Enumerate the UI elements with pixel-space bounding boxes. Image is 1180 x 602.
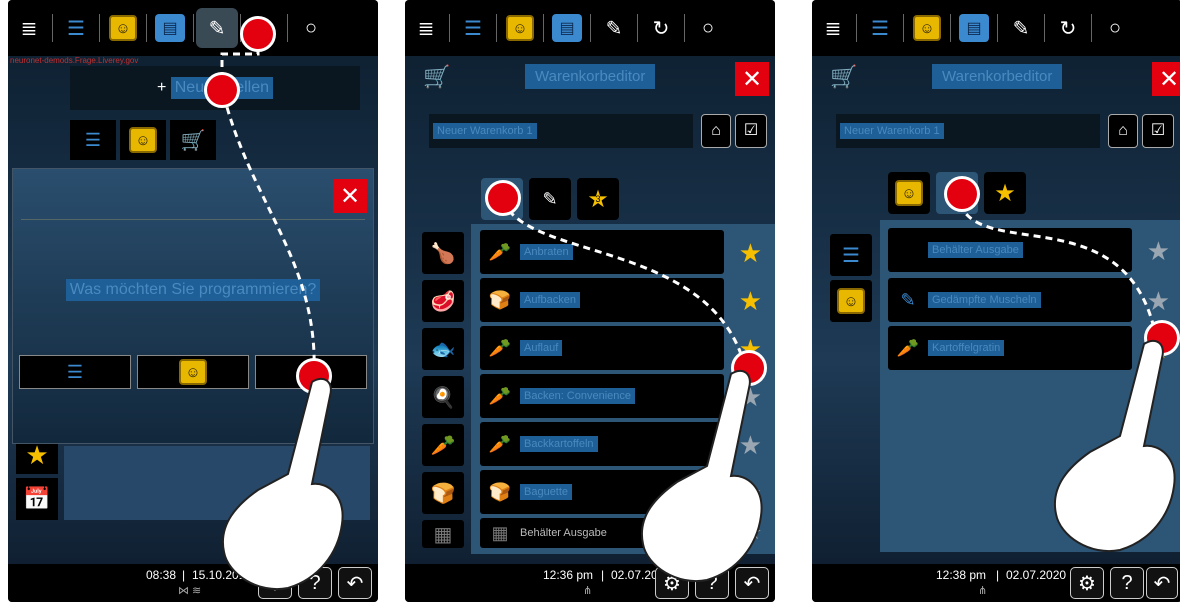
search-icon[interactable]: ○ <box>290 8 332 48</box>
category-container-icon[interactable]: ▦ <box>422 520 464 548</box>
close-icon[interactable]: ✕ <box>1152 62 1180 96</box>
filter-intelligent[interactable]: ☰ <box>70 120 116 160</box>
manual-mode-icon[interactable]: ☺ <box>499 8 541 48</box>
category-egg-icon[interactable]: 🍳 <box>422 376 464 418</box>
clean-icon[interactable]: ↻ <box>640 8 682 48</box>
network-icon: ⋔ <box>978 585 988 597</box>
bottom-bar: 12:38 pm | 02.07.2020 ⋔ ⚙ ? ↶ <box>812 564 1180 602</box>
category-manual-icon[interactable]: ☺ <box>830 280 872 322</box>
category-steak-icon[interactable]: 🥩 <box>422 280 464 322</box>
dialog-question: Was möchten Sie programmieren? <box>13 279 373 301</box>
favorite-star-icon[interactable]: ★ <box>739 238 762 269</box>
favorite-star-icon[interactable]: ★ <box>16 440 58 474</box>
screen-1: ≣ ☰ ☺ ▤ ✎ ↻ ○ neuronet-demods.Frage.Live… <box>8 0 378 602</box>
basket-name-field[interactable]: Neuer Warenkorb 1 <box>836 114 1100 148</box>
date: 02.07.2020 <box>1006 568 1067 582</box>
url-text: neuronet-demods.Frage.Liverey.gov <box>10 56 139 65</box>
tap-marker-programming <box>240 16 276 52</box>
programming-icon[interactable]: ✎ <box>593 8 635 48</box>
wifi-icon: ⋈ ≋ <box>178 585 202 597</box>
top-bar: ≣ ☰ ☺ ▤ ✎ ↻ ○ <box>405 0 775 56</box>
manual-mode-icon[interactable]: ☺ <box>906 8 948 48</box>
settings-icon[interactable]: ⚙ <box>1070 567 1104 599</box>
time: 08:38 <box>146 568 177 582</box>
editor-title: Warenkorbeditor <box>932 64 1063 89</box>
tap-marker-baskets-tab <box>944 176 980 212</box>
tap-marker-new <box>204 72 240 108</box>
programming-icon[interactable]: ✎ <box>196 8 238 48</box>
help-icon[interactable]: ? <box>1110 567 1144 599</box>
list-item[interactable]: ✎ Gedämpfte Muscheln ★ <box>888 278 1170 322</box>
basket-icon: 🛒 <box>423 64 451 89</box>
intelligent-cooking-icon[interactable]: ☰ <box>55 8 97 48</box>
category-vegetable-icon[interactable]: 🥕 <box>422 424 464 466</box>
list-item[interactable]: 🥕 Auflauf ★ <box>480 326 762 370</box>
pointing-hand-icon <box>221 377 344 591</box>
favorite-star-icon[interactable]: ★ <box>739 286 762 317</box>
editor-title: Warenkorbeditor <box>525 64 656 89</box>
top-bar: ≣ ☰ ☺ ▤ ✎ ↻ ○ <box>812 0 1180 56</box>
top-bar: ≣ ☰ ☺ ▤ ✎ ↻ ○ <box>8 0 378 56</box>
tab-programs[interactable]: ✎ <box>529 178 571 220</box>
favorite-star-icon[interactable]: ★ <box>1147 236 1170 267</box>
ipanel-icon[interactable]: ▤ <box>149 8 191 48</box>
favorite-star-icon[interactable]: ★ <box>1147 286 1170 317</box>
menu-icon[interactable]: ≣ <box>405 8 447 48</box>
favorites-count: 3 <box>595 194 601 204</box>
confirm-icon[interactable]: ☑ <box>735 114 767 148</box>
screen-2: ≣ ☰ ☺ ▤ ✎ ↻ ○ 🛒 Warenkorbeditor ✕ Neuer … <box>405 0 775 602</box>
time: 12:36 pm <box>543 568 594 582</box>
type-intelligent-button[interactable]: ☰ <box>19 355 131 389</box>
search-icon[interactable]: ○ <box>1094 8 1136 48</box>
pointing-hand-icon <box>640 369 763 583</box>
list-item[interactable]: 🥕 Anbraten ★ <box>480 230 762 274</box>
ipanel-icon[interactable]: ▤ <box>546 8 588 48</box>
confirm-icon[interactable]: ☑ <box>1142 114 1174 148</box>
basket-icon: 🛒 <box>830 64 858 89</box>
clean-icon[interactable]: ↻ <box>1047 8 1089 48</box>
tab-manual[interactable]: ☺ <box>888 172 930 214</box>
close-icon[interactable]: ✕ <box>735 62 769 96</box>
pointing-hand-icon <box>1053 339 1176 553</box>
close-icon[interactable]: ✕ <box>333 179 367 213</box>
attach-icon[interactable]: ⌂ <box>701 114 731 148</box>
category-bread-icon[interactable]: 🍞 <box>422 472 464 514</box>
network-icon: ⋔ <box>583 585 593 597</box>
category-meat-icon[interactable]: 🍗 <box>422 232 464 274</box>
tap-marker-category-tab <box>485 180 521 216</box>
category-fish-icon[interactable]: 🐟 <box>422 328 464 370</box>
calendar-icon[interactable]: 📅 <box>16 478 58 520</box>
basket-name-field[interactable]: Neuer Warenkorb 1 <box>429 114 693 148</box>
filter-basket[interactable]: 🛒 <box>170 120 216 160</box>
intelligent-cooking-icon[interactable]: ☰ <box>452 8 494 48</box>
list-item[interactable]: 🍞 Aufbacken ★ <box>480 278 762 322</box>
screen-3: ≣ ☰ ☺ ▤ ✎ ↻ ○ 🛒 Warenkorbeditor ✕ Neuer … <box>812 0 1180 602</box>
list-item[interactable]: ▦Behälter Ausgabe★ <box>888 228 1170 272</box>
menu-icon[interactable]: ≣ <box>8 8 50 48</box>
programming-icon[interactable]: ✎ <box>1000 8 1042 48</box>
back-icon[interactable]: ↶ <box>1146 567 1178 599</box>
menu-icon[interactable]: ≣ <box>812 8 854 48</box>
ipanel-icon[interactable]: ▤ <box>953 8 995 48</box>
category-intelligent-icon[interactable]: ☰ <box>830 234 872 276</box>
tab-favorites[interactable]: ★ 3 <box>577 178 619 220</box>
attach-icon[interactable]: ⌂ <box>1108 114 1138 148</box>
intelligent-cooking-icon[interactable]: ☰ <box>859 8 901 48</box>
time: 12:38 pm <box>936 568 987 582</box>
search-icon[interactable]: ○ <box>687 8 729 48</box>
filter-manual[interactable]: ☺ <box>120 120 166 160</box>
tab-favorites[interactable]: ★ <box>984 172 1026 214</box>
manual-mode-icon[interactable]: ☺ <box>102 8 144 48</box>
